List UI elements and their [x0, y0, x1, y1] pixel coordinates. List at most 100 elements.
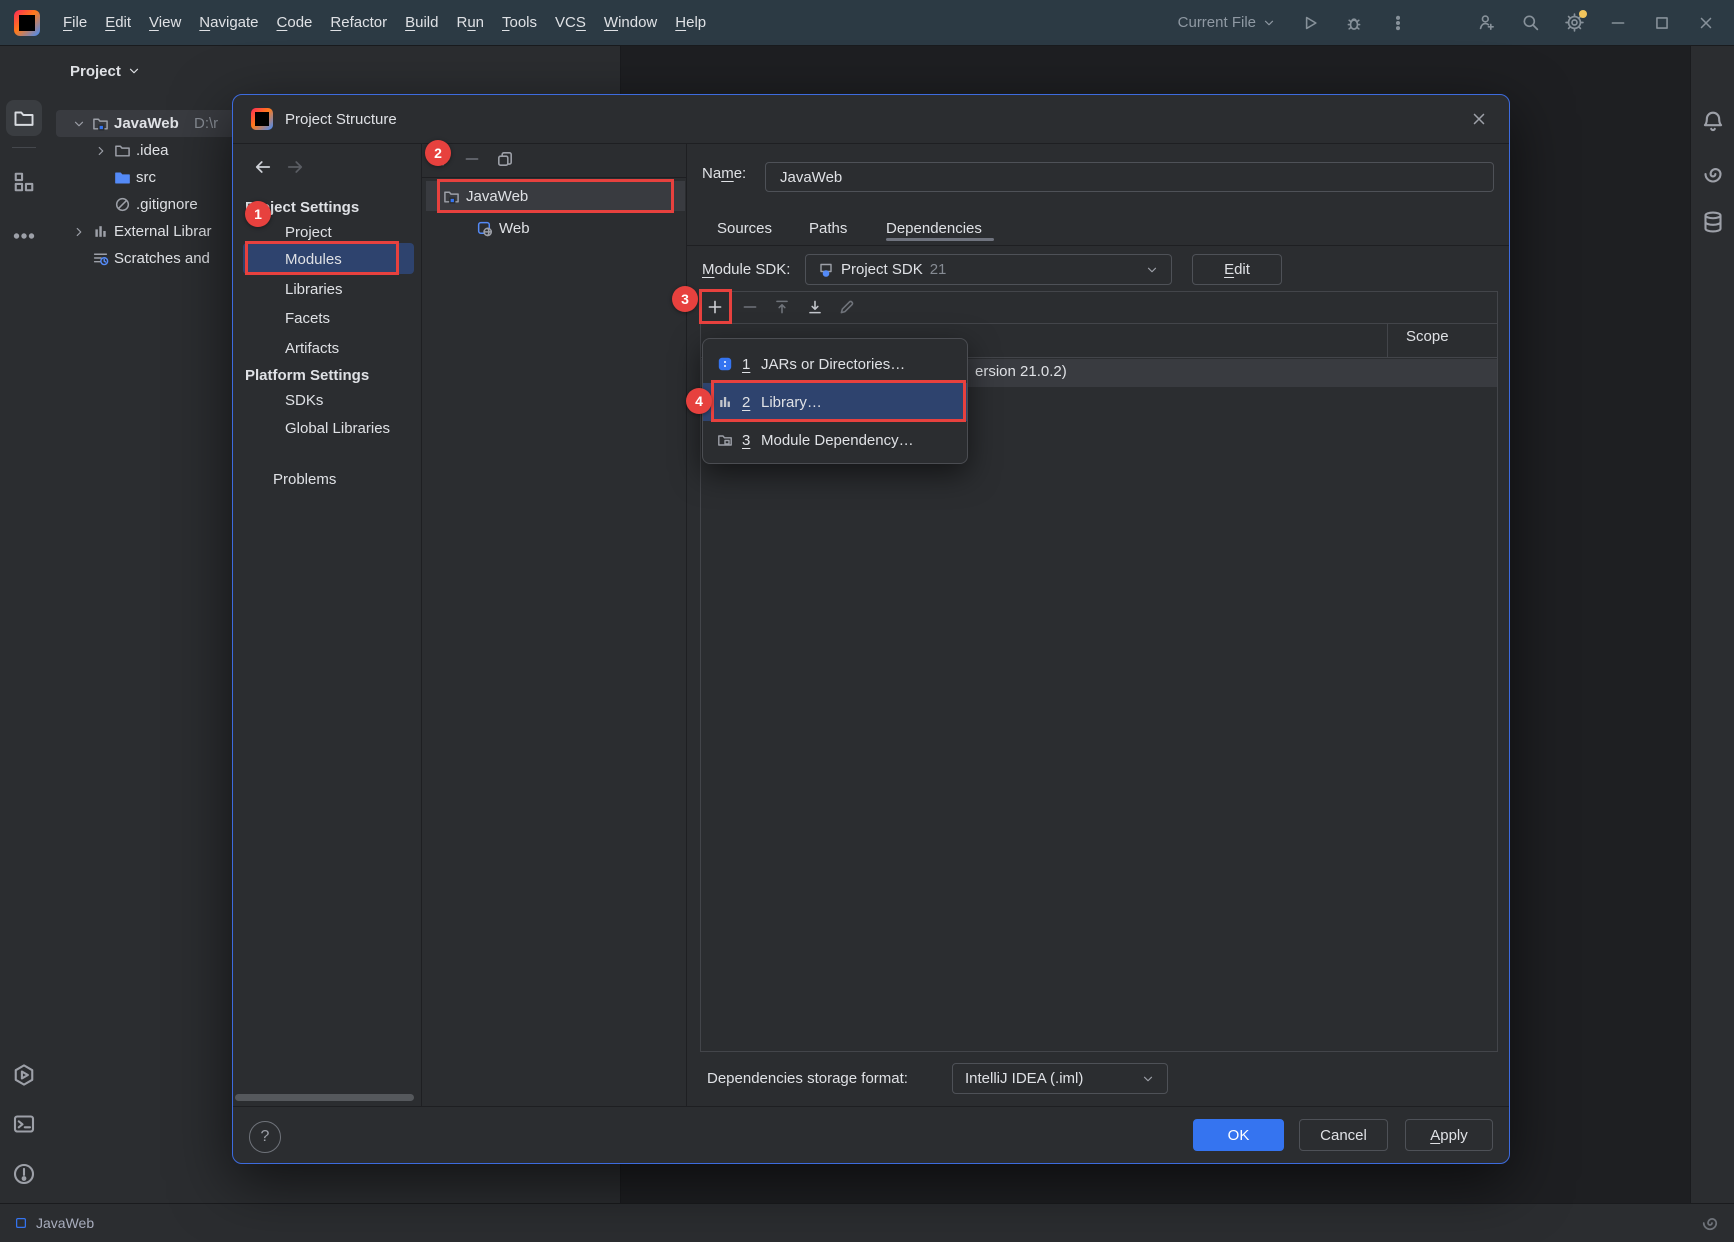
move-down-button[interactable]: [806, 298, 824, 316]
module-name-input[interactable]: JavaWeb: [765, 162, 1494, 192]
scope-column-header[interactable]: Scope: [1406, 328, 1449, 345]
nav-item-artifacts[interactable]: Artifacts: [285, 336, 339, 360]
active-tab-underline: [886, 238, 994, 241]
terminal-tool-button[interactable]: [12, 1112, 36, 1136]
intellij-logo-icon: [14, 10, 40, 36]
chevron-right-icon[interactable]: [72, 218, 86, 245]
nav-item-problems[interactable]: Problems: [273, 467, 336, 491]
module-tree-row-web[interactable]: Web: [476, 213, 530, 243]
annotation-rect-library-item: [711, 380, 966, 422]
intellij-logo-icon: [251, 108, 273, 130]
menu-help[interactable]: Help: [666, 8, 715, 38]
activity-bar: [0, 46, 49, 1203]
database-button[interactable]: [1701, 210, 1725, 234]
terminal-icon: [12, 1112, 36, 1136]
tree-label: .gitignore: [136, 191, 198, 218]
run-configuration-selector[interactable]: Current File: [1178, 14, 1276, 31]
code-with-me-button[interactable]: [1468, 7, 1504, 39]
menu-code[interactable]: Code: [268, 8, 322, 38]
chevron-down-icon: [127, 64, 141, 78]
menu-tools[interactable]: Tools: [493, 8, 546, 38]
problems-tool-button[interactable]: [12, 1162, 36, 1186]
menu-vcs[interactable]: VCS: [546, 8, 595, 38]
annotation-rect-modules: [245, 241, 399, 275]
menu-run[interactable]: Run: [447, 8, 493, 38]
menu-build[interactable]: Build: [396, 8, 447, 38]
database-icon: [1701, 210, 1725, 234]
chevron-down-icon[interactable]: [72, 110, 86, 137]
annotation-rect-add-button: [699, 289, 732, 324]
dependency-remove-button[interactable]: [741, 298, 759, 316]
status-bar: JavaWeb: [0, 1203, 1734, 1242]
scratches-icon: [92, 245, 109, 272]
settings-button[interactable]: [1556, 7, 1592, 39]
annotation-badge-4: 4: [686, 388, 712, 414]
apply-button[interactable]: Apply: [1405, 1119, 1493, 1151]
menu-window[interactable]: Window: [595, 8, 666, 38]
menu-view[interactable]: View: [140, 8, 190, 38]
window-maximize-button[interactable]: [1644, 7, 1680, 39]
menu-navigate[interactable]: Navigate: [190, 8, 267, 38]
move-up-button[interactable]: [773, 298, 791, 316]
window-close-button[interactable]: [1688, 7, 1724, 39]
services-tool-button[interactable]: [12, 1063, 36, 1087]
nav-header-platform-settings: Platform Settings: [245, 363, 369, 387]
activity-divider: [12, 147, 36, 148]
storage-format-select[interactable]: IntelliJ IDEA (.iml): [952, 1063, 1168, 1094]
annotation-badge-3: 3: [672, 286, 698, 312]
search-everywhere-button[interactable]: [1512, 7, 1548, 39]
tree-label: JavaWeb: [114, 110, 179, 137]
nav-item-libraries[interactable]: Libraries: [285, 277, 343, 301]
nav-item-sdks[interactable]: SDKs: [285, 388, 323, 412]
more-tool-windows-button[interactable]: [12, 224, 36, 248]
tab-dependencies[interactable]: Dependencies: [886, 216, 982, 240]
nav-item-global-libraries[interactable]: Global Libraries: [285, 416, 390, 440]
structure-tool-button[interactable]: [12, 170, 36, 194]
popup-item-jars[interactable]: 1 JARs or Directories…: [703, 345, 967, 383]
window-minimize-button[interactable]: [1600, 7, 1636, 39]
module-remove-button[interactable]: [463, 150, 481, 168]
help-button[interactable]: ?: [249, 1121, 281, 1153]
menu-file[interactable]: File: [54, 8, 96, 38]
more-actions-button[interactable]: [1380, 7, 1416, 39]
source-folder-icon: [114, 164, 131, 191]
status-module-widget[interactable]: JavaWeb: [14, 1215, 94, 1231]
name-label: Name:: [702, 165, 746, 182]
right-tool-strip: [1690, 46, 1734, 1203]
back-button[interactable]: [253, 157, 273, 177]
tree-label: src: [136, 164, 156, 191]
nav-horizontal-scrollbar[interactable]: [235, 1094, 414, 1101]
run-button[interactable]: [1292, 7, 1328, 39]
chevron-right-icon[interactable]: [94, 137, 108, 164]
menu-edit[interactable]: Edit: [96, 8, 140, 38]
ai-assistant-button[interactable]: [1701, 162, 1725, 186]
project-tool-button[interactable]: [6, 100, 42, 136]
debug-button[interactable]: [1336, 7, 1372, 39]
cancel-button[interactable]: Cancel: [1299, 1119, 1388, 1151]
bell-icon: [1701, 110, 1725, 134]
forward-button[interactable]: [285, 157, 305, 177]
dialog-title: Project Structure: [285, 107, 397, 131]
title-bar: File Edit View Navigate Code Refactor Bu…: [0, 0, 1734, 46]
popup-item-module-dependency[interactable]: 3 Module Dependency…: [703, 421, 967, 459]
menu-refactor[interactable]: Refactor: [321, 8, 396, 38]
tree-path: D:\r: [194, 110, 218, 137]
dependency-edit-button[interactable]: [838, 298, 856, 316]
chevron-down-icon: [1262, 16, 1276, 30]
nav-item-facets[interactable]: Facets: [285, 306, 330, 330]
tab-paths[interactable]: Paths: [809, 216, 847, 240]
dialog-close-button[interactable]: [1465, 105, 1493, 133]
project-panel-header[interactable]: Project: [70, 56, 141, 86]
module-tree-label: Web: [499, 220, 530, 237]
ellipsis-icon: [12, 224, 36, 248]
module-dependency-icon: [717, 432, 733, 448]
sdk-edit-button[interactable]: Edit: [1192, 254, 1282, 285]
tab-sources[interactable]: Sources: [717, 216, 772, 240]
module-copy-button[interactable]: [496, 150, 514, 168]
ignored-file-icon: [114, 191, 131, 218]
ok-button[interactable]: OK: [1193, 1119, 1284, 1151]
status-ai-icon[interactable]: [1700, 1213, 1720, 1233]
services-icon: [12, 1063, 36, 1087]
module-sdk-select[interactable]: Project SDK 21: [805, 254, 1172, 285]
notifications-button[interactable]: [1701, 110, 1725, 134]
